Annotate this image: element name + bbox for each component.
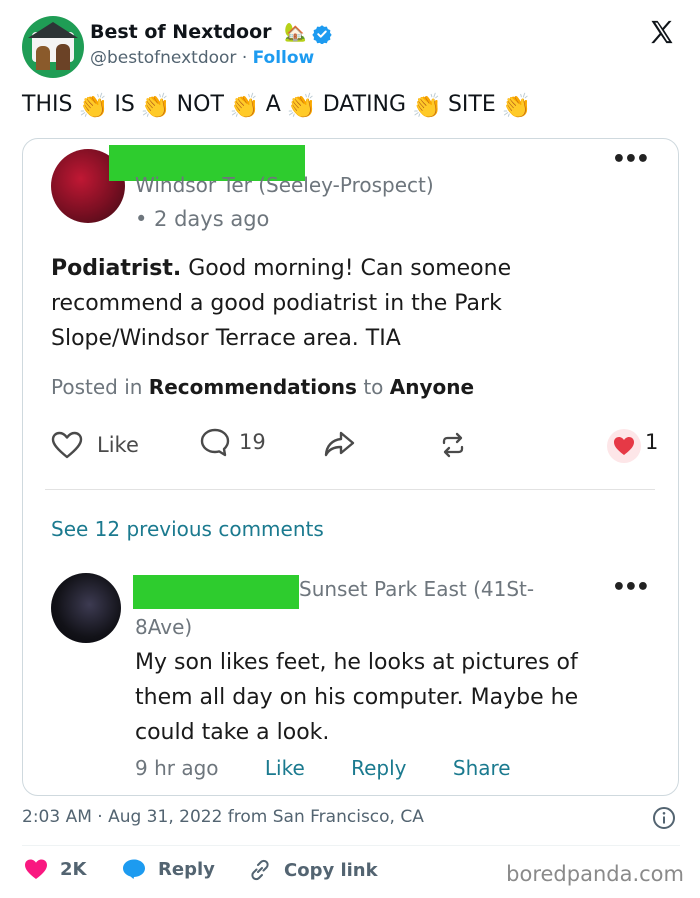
clap-icon: 👏 xyxy=(78,92,109,120)
reply-label: Reply xyxy=(158,858,215,880)
tweet-word: THIS xyxy=(22,92,73,117)
comment-location: Sunset Park East (41St- xyxy=(299,577,535,601)
copy-link-button[interactable]: Copy link xyxy=(248,858,378,882)
to-prefix: to xyxy=(363,375,384,399)
post-audience: Anyone xyxy=(389,375,475,399)
comment-like-link: Like xyxy=(264,756,305,780)
tweet-word: IS xyxy=(114,92,135,117)
post-category: Recommendations xyxy=(148,375,357,399)
separator: · xyxy=(241,48,248,68)
heart-filled-icon xyxy=(25,859,47,879)
clap-icon: 👏 xyxy=(286,92,317,120)
posted-in-line: Posted in Recommendations to Anyone xyxy=(51,375,474,399)
like-button[interactable]: 2K xyxy=(24,858,86,880)
account-name[interactable]: Best of Nextdoor xyxy=(90,21,272,43)
handle-line: @bestofnextdoor · Follow xyxy=(90,48,314,68)
repost-icon xyxy=(442,432,464,458)
x-logo-icon[interactable] xyxy=(648,18,676,46)
heart-reaction-icon xyxy=(607,429,641,463)
link-icon xyxy=(251,859,269,881)
watermark: boredpanda.com xyxy=(506,862,684,886)
post-location: Windsor Ter (Seeley-Prospect) xyxy=(135,173,434,197)
comment-bubble-icon xyxy=(200,428,230,457)
more-options-icon: ••• xyxy=(611,575,650,600)
comment-share-link: Share xyxy=(452,756,511,780)
comment-time: 9 hr ago xyxy=(135,756,219,780)
info-icon[interactable] xyxy=(652,806,676,830)
tweet-word: NOT xyxy=(176,92,224,117)
post-body: Podiatrist. Good morning! Can someone re… xyxy=(51,251,611,356)
tweet-timestamp[interactable]: 2:03 AM · Aug 31, 2022 from San Francisc… xyxy=(22,807,424,827)
post-actions: Like 19 1 xyxy=(51,427,661,467)
posted-in-prefix: Posted in xyxy=(51,375,143,399)
redacted-name xyxy=(133,575,299,609)
clap-icon: 👏 xyxy=(501,92,532,120)
reply-bubble-icon xyxy=(123,859,145,879)
follow-button[interactable]: Follow xyxy=(253,48,315,68)
divider xyxy=(22,845,680,846)
heart-outline-icon xyxy=(51,431,83,459)
avatar-roof xyxy=(28,22,78,38)
comment-reply-link: Reply xyxy=(351,756,407,780)
avatar-figure xyxy=(56,44,70,70)
tweet-header: Best of Nextdoor 🏡 @bestofnextdoor · Fol… xyxy=(22,14,682,78)
account-handle[interactable]: @bestofnextdoor xyxy=(90,48,236,68)
tweet-word: DATING xyxy=(322,92,407,117)
share-arrow-icon xyxy=(324,431,355,457)
avatar-figure xyxy=(36,46,50,70)
post-time: • 2 days ago xyxy=(135,207,270,231)
verified-badge-icon xyxy=(312,25,332,44)
clap-icon: 👏 xyxy=(140,92,171,120)
clap-icon: 👏 xyxy=(229,92,260,120)
tweet-text: THIS 👏 IS 👏 NOT 👏 A 👏 DATING 👏 SITE 👏 xyxy=(22,92,682,120)
comment-body: My son likes feet, he looks at pictures … xyxy=(135,650,579,745)
like-count: 2K xyxy=(60,858,87,880)
account-avatar[interactable] xyxy=(22,16,84,78)
commenter-avatar xyxy=(51,573,121,643)
comment-location-continued: 8Ave) xyxy=(135,615,193,639)
reply-button[interactable]: Reply xyxy=(122,858,215,880)
copy-link-label: Copy link xyxy=(284,859,378,881)
more-options-icon: ••• xyxy=(611,147,650,172)
comment-count: 19 xyxy=(239,430,266,454)
see-previous-comments-link: See 12 previous comments xyxy=(51,517,324,541)
tweet-word: SITE xyxy=(447,92,496,117)
post-subject: Podiatrist. xyxy=(51,256,182,281)
tweet-word: A xyxy=(265,92,281,117)
house-emoji-icon: 🏡 xyxy=(284,22,307,43)
divider xyxy=(45,489,655,490)
reaction-count: 1 xyxy=(645,430,659,454)
nextdoor-screenshot-card[interactable]: Windsor Ter (Seeley-Prospect) • 2 days a… xyxy=(22,138,679,796)
like-label: Like xyxy=(97,433,139,457)
comment-actions: 9 hr ago Like Reply Share xyxy=(135,756,551,780)
clap-icon: 👏 xyxy=(412,92,442,120)
